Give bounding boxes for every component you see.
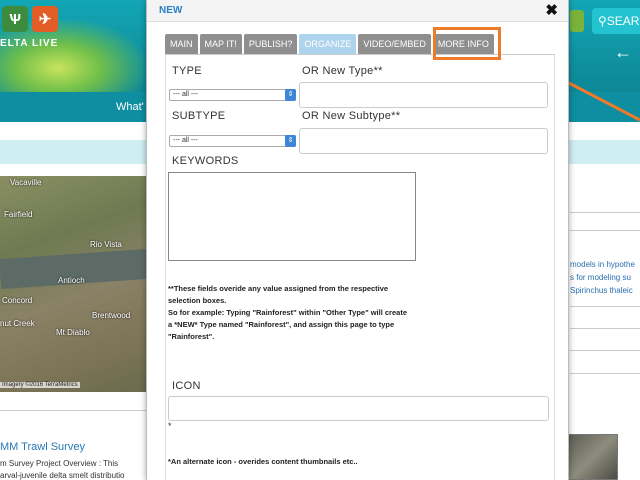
- new-type-label: OR New Type**: [302, 65, 383, 77]
- map-view[interactable]: Vacaville Fairfield Rio Vista Antioch Co…: [0, 176, 148, 392]
- logo-plant-icon[interactable]: Ѱ: [2, 6, 28, 32]
- divider: [570, 212, 640, 213]
- search-button[interactable]: ⚲SEAR: [592, 8, 640, 34]
- map-label: nut Creek: [0, 319, 35, 328]
- subtype-label: SUBTYPE: [172, 110, 226, 122]
- search-label: SEAR: [606, 14, 640, 28]
- map-label: Antioch: [58, 276, 85, 285]
- logo-bird-icon[interactable]: ✈: [32, 6, 58, 32]
- note-line: selection boxes.: [168, 296, 227, 305]
- site-logo-text: ELTA LIVE: [0, 38, 59, 49]
- divider: [570, 350, 640, 351]
- tab-video-embed[interactable]: VIDEO/EMBED: [358, 34, 431, 54]
- map-attribution: Imagery ©2016 TerraMetrics: [0, 382, 80, 388]
- type-select-value: --- all ---: [173, 91, 198, 98]
- note-line: **These fields overide any value assigne…: [168, 284, 389, 293]
- divider: [570, 328, 640, 329]
- map-label: Mt Diablo: [56, 328, 90, 337]
- override-note: **These fields overide any value assigne…: [168, 283, 458, 343]
- divider: [570, 230, 640, 231]
- type-label: TYPE: [172, 65, 202, 77]
- subtype-select-value: --- all ---: [173, 137, 198, 144]
- site-nav-item[interactable]: What': [116, 101, 144, 113]
- search-icon: ⚲: [598, 14, 607, 28]
- map-label: Fairfield: [4, 210, 33, 219]
- organize-panel: TYPE OR New Type** --- all --- ⇕ SUBTYPE…: [165, 55, 555, 480]
- new-subtype-label: OR New Subtype**: [302, 110, 401, 122]
- keywords-label: KEYWORDS: [172, 155, 239, 167]
- divider: [0, 410, 148, 411]
- note-line: So for example: Typing "Rainforest" with…: [168, 308, 407, 317]
- related-link[interactable]: s for modeling su: [570, 271, 635, 284]
- new-item-dialog: NEW ✖ MAIN MAP IT! PUBLISH? ORGANIZE VID…: [146, 0, 569, 480]
- new-subtype-input[interactable]: [299, 128, 548, 154]
- header-button[interactable]: [570, 10, 584, 32]
- article-link[interactable]: MM Trawl Survey: [0, 441, 85, 453]
- map-label: Vacaville: [10, 178, 42, 187]
- related-link[interactable]: models in hypothe: [570, 258, 635, 271]
- map-label: Brentwood: [92, 311, 131, 320]
- dialog-title: NEW: [159, 5, 183, 16]
- article-excerpt: arval-juvenile delta smelt distributio: [0, 471, 125, 480]
- tab-map-it[interactable]: MAP IT!: [199, 34, 242, 54]
- map-label: Rio Vista: [90, 240, 122, 249]
- thumbnail-image[interactable]: [568, 434, 618, 480]
- icon-note: *An alternate icon - overides content th…: [168, 457, 358, 466]
- dialog-header: NEW ✖: [147, 0, 568, 22]
- icon-label: ICON: [172, 380, 201, 392]
- close-icon[interactable]: ✖: [545, 1, 558, 19]
- keywords-textarea[interactable]: [168, 172, 416, 261]
- header-graphic: [0, 20, 145, 100]
- select-arrows-icon: ⇕: [285, 135, 296, 147]
- select-arrows-icon: ⇕: [285, 89, 296, 101]
- map-label: Concord: [2, 296, 33, 305]
- tab-main[interactable]: MAIN: [165, 34, 198, 54]
- icon-input[interactable]: [168, 396, 549, 421]
- tab-publish[interactable]: PUBLISH?: [243, 34, 298, 54]
- icon-required-mark: *: [168, 421, 172, 431]
- related-links: models in hypothe s for modeling su Spir…: [570, 258, 635, 297]
- tab-organize[interactable]: ORGANIZE: [299, 34, 357, 54]
- subtype-select[interactable]: --- all --- ⇕: [169, 135, 296, 147]
- note-line: "Rainforest".: [168, 332, 215, 341]
- related-link[interactable]: Spirinchus thaleic: [570, 284, 635, 297]
- divider: [570, 306, 640, 307]
- more-info-highlight: [433, 27, 501, 60]
- new-type-input[interactable]: [299, 82, 548, 108]
- divider: [570, 373, 640, 374]
- article-excerpt: m Survey Project Overview : This: [0, 459, 119, 468]
- type-select[interactable]: --- all --- ⇕: [169, 89, 296, 101]
- note-line: a *NEW* Type named "Rainforest", and ass…: [168, 320, 395, 329]
